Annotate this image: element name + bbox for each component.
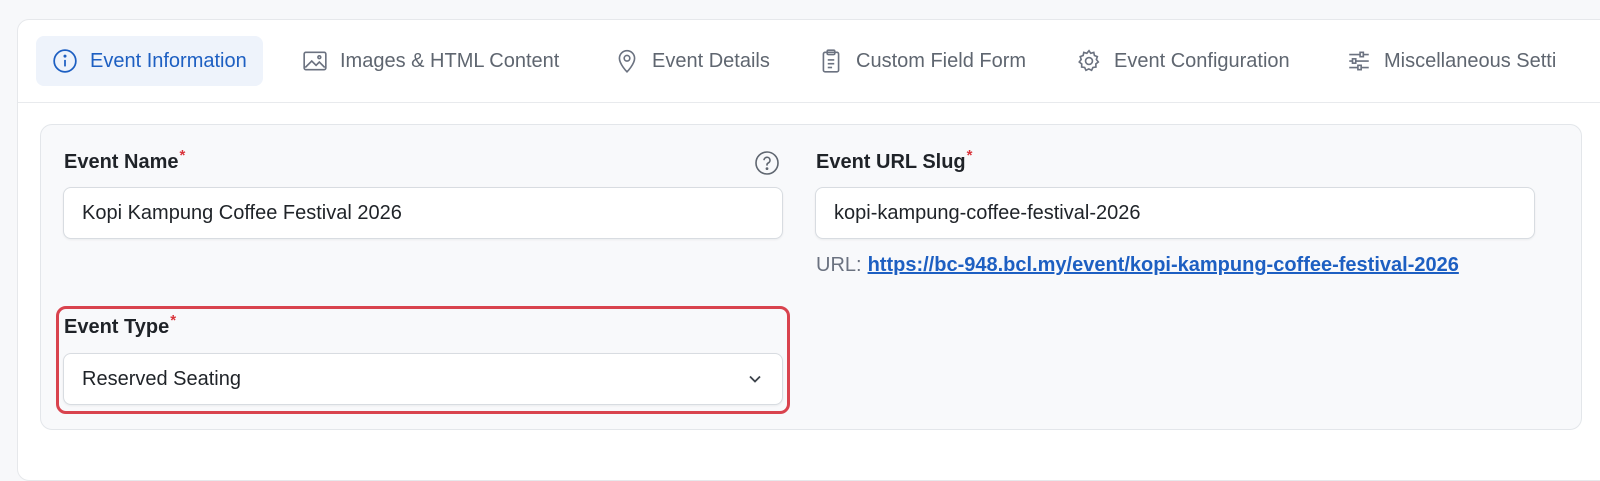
- event-name-value: Kopi Kampung Coffee Festival 2026: [82, 201, 402, 224]
- sliders-icon: [1346, 48, 1372, 74]
- tab-miscellaneous-settings[interactable]: Miscellaneous Setti: [1346, 36, 1556, 86]
- clipboard-icon: [818, 48, 844, 74]
- chevron-down-icon: [744, 368, 766, 390]
- event-url-preview: URL: https://bc-948.bcl.my/event/kopi-kam…: [816, 254, 1459, 277]
- tab-event-details[interactable]: Event Details: [614, 36, 770, 86]
- event-url-slug-input[interactable]: kopi-kampung-coffee-festival-2026: [815, 187, 1535, 239]
- tab-event-configuration[interactable]: Event Configuration: [1076, 36, 1290, 86]
- required-marker: *: [170, 312, 177, 329]
- event-type-label: Event Type*: [64, 312, 176, 339]
- event-type-select[interactable]: Reserved Seating: [63, 353, 783, 405]
- event-type-label-text: Event Type: [64, 316, 170, 338]
- event-name-input[interactable]: Kopi Kampung Coffee Festival 2026: [63, 187, 783, 239]
- event-url-slug-value: kopi-kampung-coffee-festival-2026: [834, 201, 1141, 224]
- gear-icon: [1076, 48, 1102, 74]
- tab-label: Event Information: [90, 49, 247, 72]
- event-name-label-text: Event Name: [64, 151, 179, 173]
- tab-label: Miscellaneous Setti: [1384, 49, 1557, 72]
- tab-bar: Event Information Images & HTML Content …: [18, 20, 1600, 103]
- tab-event-information[interactable]: Event Information: [36, 36, 263, 86]
- required-marker: *: [179, 147, 186, 164]
- url-prefix: URL:: [816, 254, 862, 276]
- tab-label: Event Configuration: [1114, 49, 1290, 72]
- help-icon[interactable]: [754, 150, 780, 176]
- map-pin-icon: [614, 48, 640, 74]
- info-icon: [52, 48, 78, 74]
- event-url-link[interactable]: https://bc-948.bcl.my/event/kopi-kampung…: [868, 254, 1459, 276]
- required-marker: *: [966, 147, 973, 164]
- image-icon: [302, 48, 328, 74]
- event-url-slug-label-text: Event URL Slug: [816, 151, 966, 173]
- tab-label: Event Details: [652, 49, 770, 72]
- tab-label: Images & HTML Content: [340, 49, 560, 72]
- event-url-slug-label: Event URL Slug*: [816, 147, 973, 174]
- event-type-selected-value: Reserved Seating: [82, 367, 241, 390]
- event-name-label: Event Name*: [64, 147, 185, 174]
- tab-label: Custom Field Form: [856, 49, 1027, 72]
- tab-custom-field-form[interactable]: Custom Field Form: [818, 36, 1026, 86]
- tab-images-html-content[interactable]: Images & HTML Content: [302, 36, 559, 86]
